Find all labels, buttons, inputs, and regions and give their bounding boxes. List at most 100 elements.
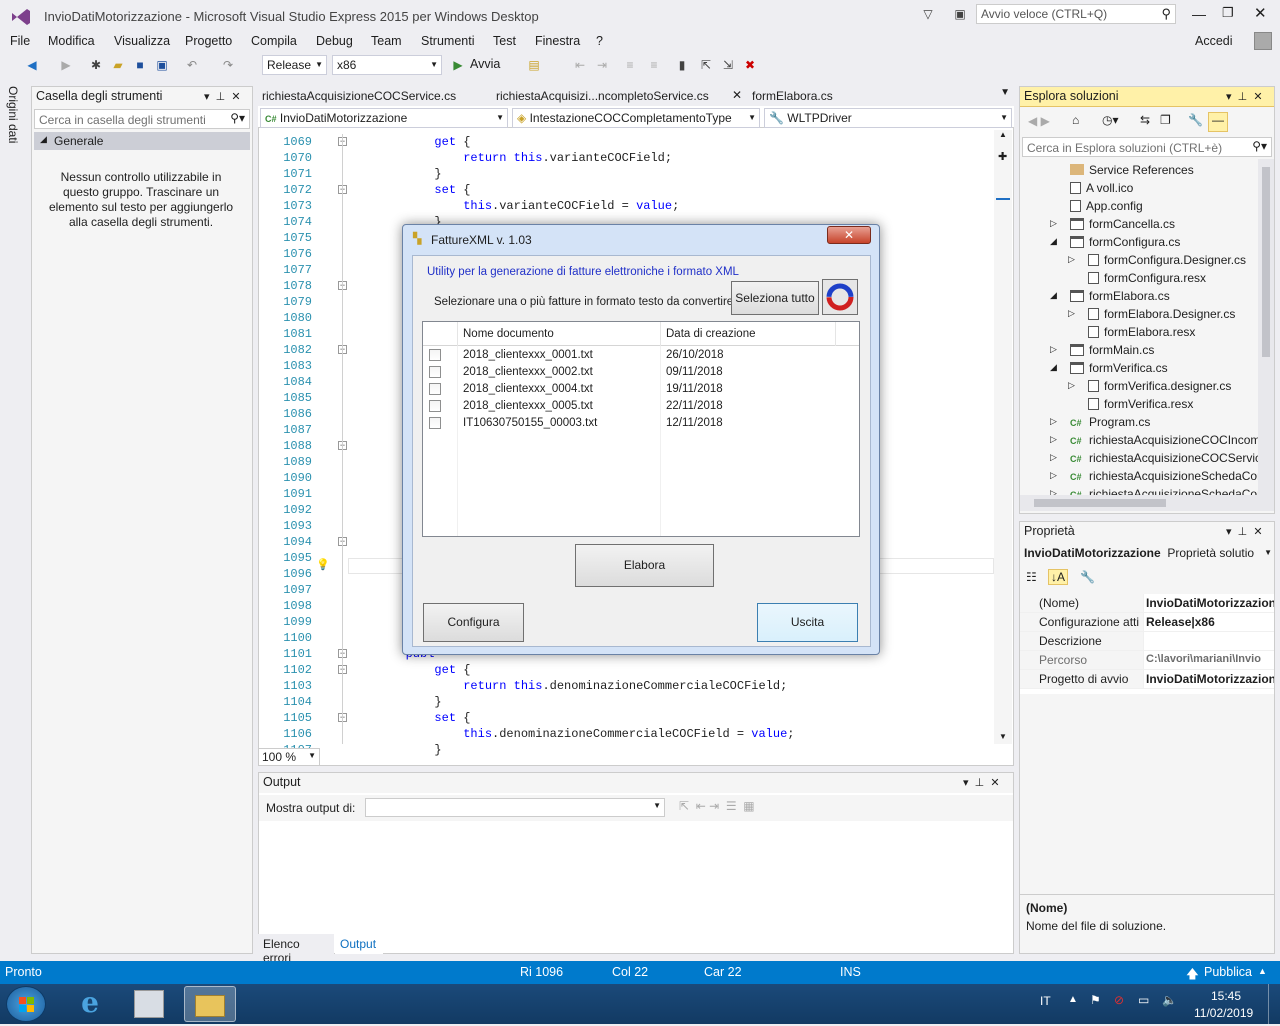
properties-wrench-icon[interactable]: 🔧 (1188, 113, 1203, 127)
scroll-thumb[interactable] (1262, 167, 1270, 357)
save-icon[interactable]: ■ (130, 55, 150, 75)
expand-icon[interactable]: ▷ (1068, 380, 1075, 391)
tab-richiesta-incompleto[interactable]: richiestaAcquisizi...ncompletoService.cs… (492, 86, 748, 106)
configure-button[interactable]: Configura (423, 603, 524, 642)
member-nav-select[interactable]: 🔧 WLTPDriver ▼ (764, 108, 1012, 128)
code-line[interactable]: return this.varianteCOCField; (348, 150, 672, 166)
solution-tree[interactable]: Service References A voll.ico App.config fo… (1020, 159, 1258, 495)
tab-output[interactable]: Output (335, 934, 383, 954)
prev-bookmark-icon[interactable]: ⇱ (696, 55, 716, 75)
platform-select[interactable]: x86 ▼ (332, 55, 442, 75)
internet-explorer-icon[interactable]: e (70, 988, 110, 1020)
find-icon[interactable]: ▤ (524, 55, 544, 75)
solution-hscrollbar[interactable] (1020, 495, 1274, 511)
undo-icon[interactable]: ↶ (182, 55, 202, 75)
doc-name-cell[interactable]: IT10630750155_00003.txt (463, 415, 663, 432)
home-icon[interactable]: ⌂ (1072, 113, 1079, 127)
process-button[interactable]: Elabora (575, 544, 714, 587)
menu-help[interactable]: ? (596, 32, 603, 52)
doc-date-cell[interactable]: 22/11/2018 (666, 398, 816, 415)
solution-tree-item[interactable]: C# richiestaAcquisizioneSchedaCor (1070, 467, 1258, 485)
col-created-date[interactable]: Data di creazione (666, 328, 756, 340)
solution-tree-item[interactable]: C# richiestaAcquisizioneSchedaCor (1070, 485, 1258, 495)
solution-tree-item[interactable]: App.config (1070, 197, 1143, 215)
property-value[interactable]: C:\lavori\mariani\Invio (1144, 651, 1274, 670)
sign-in-link[interactable]: Accedi (1195, 32, 1233, 52)
menu-compila[interactable]: Compila (251, 32, 297, 52)
exit-button[interactable]: Uscita (757, 603, 858, 642)
tab-richiesta-service[interactable]: richiestaAcquisizioneCOCService.cs (258, 86, 491, 106)
property-name[interactable]: Progetto di avvio (1020, 670, 1144, 689)
solution-tree-item[interactable]: formMain.cs (1070, 341, 1154, 359)
menu-file[interactable]: File (10, 32, 30, 52)
comment-icon[interactable]: ≡ (620, 55, 640, 75)
code-line[interactable]: set { (348, 182, 470, 198)
explorer-task[interactable] (184, 986, 236, 1022)
chevron-up-icon[interactable]: ▲ (1258, 966, 1267, 976)
doc-name-cell[interactable]: 2018_clientexxx_0001.txt (463, 347, 663, 364)
menu-debug[interactable]: Debug (316, 32, 353, 52)
show-desktop-button[interactable] (1268, 984, 1280, 1024)
feedback-icon[interactable]: ▣ (950, 4, 970, 24)
scroll-down-icon[interactable]: ▼ (999, 732, 1007, 741)
side-tab-origini-dati[interactable]: Origini dati (6, 86, 20, 143)
sync-icon[interactable]: ⇆ (1140, 113, 1150, 127)
menu-finestra[interactable]: Finestra (535, 32, 580, 52)
solution-tree-item[interactable]: formCancella.cs (1070, 215, 1175, 233)
action-center-icon[interactable]: ⚑ (1090, 993, 1101, 1007)
row-checkbox[interactable] (429, 349, 441, 361)
solution-tree-item[interactable]: formVerifica.cs (1070, 359, 1168, 377)
dialog-close-button[interactable]: ✕ (827, 226, 871, 244)
show-hidden-icons[interactable]: ▲ (1068, 994, 1078, 1005)
solution-tree-item[interactable]: formElabora.cs (1070, 287, 1170, 305)
solution-tree-item[interactable]: C# richiestaAcquisizioneCOCServic (1070, 449, 1258, 467)
editor-vscrollbar[interactable]: ▲ ✚ ▼ (994, 130, 1012, 744)
pin-icon[interactable]: ▾ ⊥ ✕ (1226, 90, 1263, 103)
property-name[interactable]: Descrizione (1020, 632, 1144, 651)
start-icon[interactable]: ▶ (448, 55, 468, 75)
clock-date[interactable]: 11/02/2019 (1194, 1006, 1253, 1020)
properties-object-select[interactable]: InvioDatiMotorizzazione Proprietà soluti… (1024, 546, 1272, 564)
start-button[interactable]: Avvia (470, 57, 500, 71)
code-line[interactable]: get { (348, 662, 470, 678)
doc-name-cell[interactable]: 2018_clientexxx_0002.txt (463, 364, 663, 381)
doc-name-cell[interactable]: 2018_clientexxx_0005.txt (463, 398, 663, 415)
doc-name-cell[interactable]: 2018_clientexxx_0004.txt (463, 381, 663, 398)
uncomment-icon[interactable]: ≡ (644, 55, 664, 75)
open-file-icon[interactable]: ▰ (108, 55, 128, 75)
pin-icon[interactable]: ▾ ⊥ ✕ (204, 90, 241, 103)
step-over-icon[interactable]: ⇥ (592, 55, 612, 75)
restore-button[interactable]: ❐ (1222, 5, 1234, 21)
save-all-icon[interactable]: ▣ (152, 55, 172, 75)
expand-icon[interactable]: ▷ (1050, 470, 1057, 481)
bookmark-icon[interactable]: ▮ (672, 55, 692, 75)
expand-icon[interactable]: ▷ (1050, 434, 1057, 445)
menu-test[interactable]: Test (493, 32, 516, 52)
code-line[interactable]: } (348, 694, 441, 710)
type-nav-select[interactable]: ◈ IntestazioneCOCCompletamentoType ▼ (512, 108, 760, 128)
next-bookmark-icon[interactable]: ⇲ (718, 55, 738, 75)
property-value[interactable]: Release|x86 (1144, 613, 1274, 632)
clock-time[interactable]: 15:45 (1211, 989, 1241, 1003)
toolbox-search-input[interactable]: Cerca in casella degli strumenti (39, 113, 206, 127)
solution-search[interactable]: Cerca in Esplora soluzioni (CTRL+è) ⚲▾ (1022, 137, 1272, 157)
solution-tree-item[interactable]: Service References (1070, 161, 1194, 179)
property-name[interactable]: Configurazione atti (1020, 613, 1144, 632)
output-tools-icon[interactable]: ⇱ ⇤ ⇥ ☰ ▦ (679, 799, 755, 813)
expand-icon[interactable]: ▷ (1050, 344, 1057, 355)
property-value[interactable]: InvioDatiMotorizzazion (1144, 594, 1274, 613)
row-checkbox[interactable] (429, 383, 441, 395)
solution-tree-item[interactable]: formVerifica.designer.cs (1088, 377, 1231, 395)
account-avatar[interactable] (1254, 32, 1272, 50)
menu-progetto[interactable]: Progetto (185, 32, 232, 52)
expand-icon[interactable]: ▷ (1068, 254, 1075, 265)
new-project-icon[interactable]: ✱ (86, 55, 106, 75)
close-icon[interactable]: ✕ (732, 88, 742, 102)
output-source-select[interactable]: ▼ (365, 798, 665, 817)
scroll-thumb[interactable] (1034, 499, 1166, 507)
categorized-icon[interactable]: ☷ (1026, 570, 1037, 584)
clear-bookmarks-icon[interactable]: ✖ (740, 55, 760, 75)
solution-tree-item[interactable]: formConfigura.Designer.cs (1088, 251, 1246, 269)
history-icon[interactable]: ◷▾ (1102, 113, 1119, 127)
solution-tree-item[interactable]: C# Program.cs (1070, 413, 1150, 431)
